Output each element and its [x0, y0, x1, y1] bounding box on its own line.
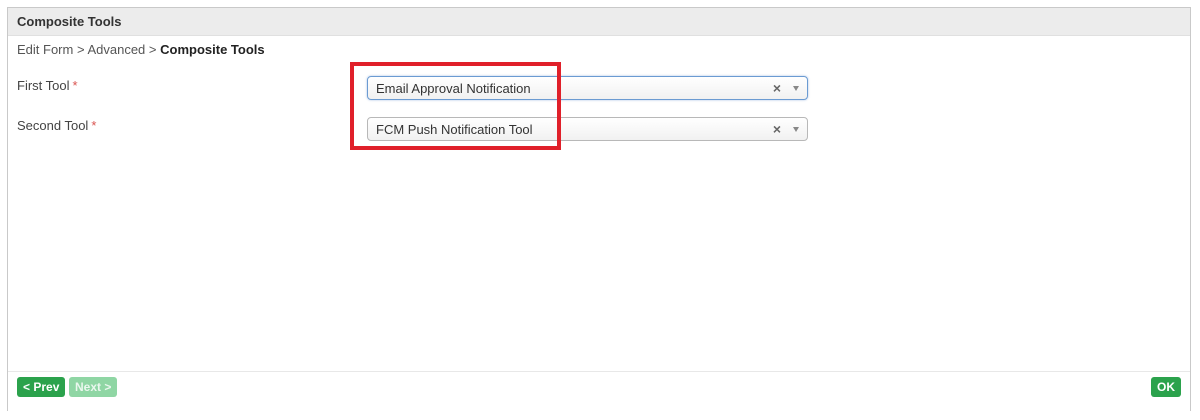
second-tool-select[interactable]: FCM Push Notification Tool ×: [367, 117, 808, 141]
second-tool-selected-value: FCM Push Notification Tool: [376, 122, 533, 137]
required-marker: *: [91, 118, 97, 133]
second-tool-clear-icon[interactable]: ×: [773, 121, 781, 137]
first-tool-chevron-down-icon[interactable]: [793, 86, 799, 91]
breadcrumb-item-advanced[interactable]: Advanced: [87, 42, 145, 57]
required-marker: *: [72, 78, 78, 93]
second-tool-chevron-down-icon[interactable]: [793, 127, 799, 132]
breadcrumb: Edit Form > Advanced > Composite Tools: [17, 42, 265, 57]
first-tool-clear-icon[interactable]: ×: [773, 80, 781, 96]
composite-tools-panel: Composite Tools Edit Form > Advanced > C…: [7, 7, 1191, 412]
breadcrumb-separator: >: [76, 42, 85, 57]
next-button[interactable]: Next >: [69, 377, 118, 397]
breadcrumb-current: Composite Tools: [160, 42, 265, 57]
first-tool-select[interactable]: Email Approval Notification ×: [367, 76, 808, 100]
first-tool-label: First Tool *: [17, 78, 78, 93]
first-tool-label-text: First Tool: [17, 78, 70, 93]
panel-footer: < Prev Next > OK: [8, 371, 1190, 412]
breadcrumb-separator: >: [148, 42, 157, 57]
first-tool-selected-value: Email Approval Notification: [376, 81, 531, 96]
ok-button[interactable]: OK: [1151, 377, 1181, 397]
second-tool-label-text: Second Tool: [17, 118, 89, 133]
panel-header: Composite Tools: [8, 8, 1190, 36]
second-tool-label: Second Tool *: [17, 118, 96, 133]
panel-title: Composite Tools: [17, 14, 122, 29]
breadcrumb-item-edit-form[interactable]: Edit Form: [17, 42, 73, 57]
prev-button[interactable]: < Prev: [17, 377, 66, 397]
